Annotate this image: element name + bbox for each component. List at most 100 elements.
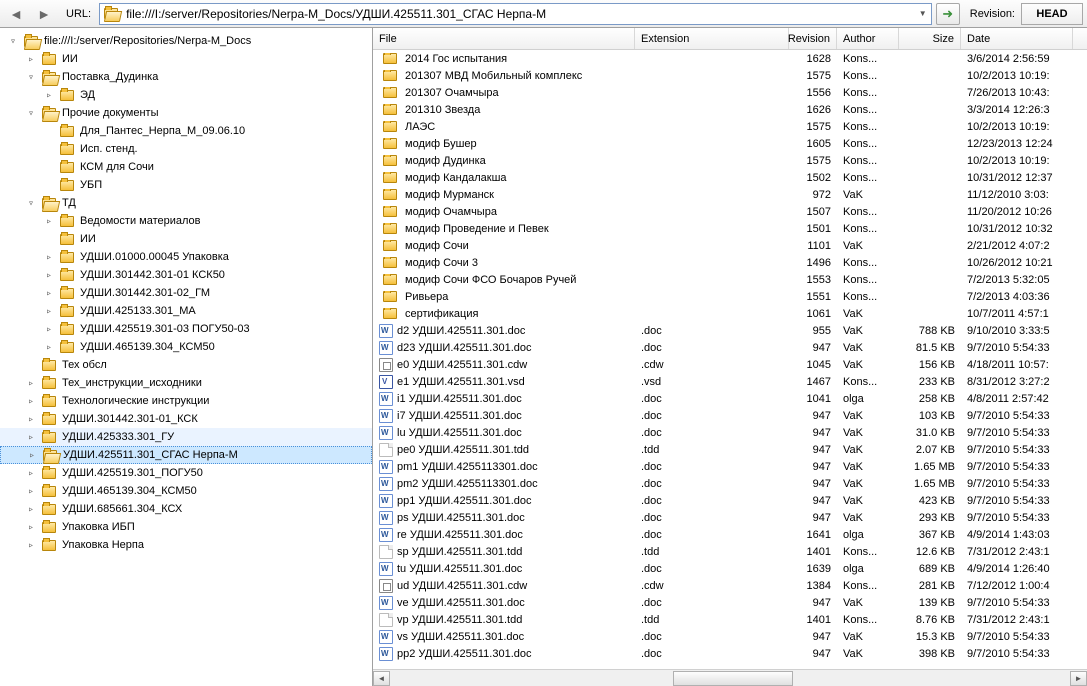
file-row[interactable]: модиф Проведение и Певек1501Kons...10/31… (373, 220, 1087, 237)
expand-icon[interactable]: ▹ (24, 522, 38, 533)
tree-item[interactable]: ▿Прочие документы (0, 104, 372, 122)
file-row[interactable]: 2014 Гос испытания1628Kons...3/6/2014 2:… (373, 50, 1087, 67)
file-row[interactable]: pp1 УДШИ.425511.301.doc.doc947VaK423 KB9… (373, 492, 1087, 509)
file-row[interactable]: ve УДШИ.425511.301.doc.doc947VaK139 KB9/… (373, 594, 1087, 611)
tree-item[interactable]: ▹УДШИ.425519.301-03 ПОГУ50-03 (0, 320, 372, 338)
file-row[interactable]: модиф Дудинка1575Kons...10/2/2013 10:19: (373, 152, 1087, 169)
expand-icon[interactable]: ▹ (25, 450, 39, 461)
tree-item[interactable]: ▿ТД (0, 194, 372, 212)
forward-button[interactable]: ► (32, 3, 56, 25)
file-row[interactable]: d2 УДШИ.425511.301.doc.doc955VaK788 KB9/… (373, 322, 1087, 339)
tree-item[interactable]: ▹УДШИ.425333.301_ГУ (0, 428, 372, 446)
file-row[interactable]: ЛАЭС1575Kons...10/2/2013 10:19: (373, 118, 1087, 135)
tree-item[interactable]: ▹УДШИ.301442.301-02_ГМ (0, 284, 372, 302)
file-row[interactable]: модиф Кандалакша1502Kons...10/31/2012 12… (373, 169, 1087, 186)
tree-item[interactable]: Для_Пантес_Нерпа_М_09.06.10 (0, 122, 372, 140)
file-row[interactable]: pe0 УДШИ.425511.301.tdd.tdd947VaK2.07 KB… (373, 441, 1087, 458)
file-row[interactable]: i7 УДШИ.425511.301.doc.doc947VaK103 KB9/… (373, 407, 1087, 424)
expand-icon[interactable]: ▹ (42, 90, 56, 101)
tree-item[interactable]: ▹ЭД (0, 86, 372, 104)
file-row[interactable]: модиф Бушер1605Kons...12/23/2013 12:24 (373, 135, 1087, 152)
file-row[interactable]: e1 УДШИ.425511.301.vsd.vsd1467Kons...233… (373, 373, 1087, 390)
tree-item[interactable]: ▹Упаковка ИБП (0, 518, 372, 536)
expand-icon[interactable]: ▹ (24, 486, 38, 497)
tree-item[interactable]: ▿file:///I:/server/Repositories/Nerpa-M_… (0, 32, 372, 50)
expand-icon[interactable]: ▹ (42, 288, 56, 299)
url-dropdown-icon[interactable]: ▼ (915, 9, 931, 18)
tree-item[interactable]: ▹Тех_инструкции_исходники (0, 374, 372, 392)
expand-icon[interactable]: ▹ (42, 342, 56, 353)
horizontal-scrollbar[interactable]: ◄ ► (373, 669, 1087, 686)
file-rows[interactable]: 2014 Гос испытания1628Kons...3/6/2014 2:… (373, 50, 1087, 669)
tree-item[interactable]: ИИ (0, 230, 372, 248)
tree-item[interactable]: ▹УДШИ.425511.301_СГАС Нерпа-М (0, 446, 372, 464)
tree-item[interactable]: ▹Упаковка Нерпа (0, 536, 372, 554)
tree-item[interactable]: УБП (0, 176, 372, 194)
back-button[interactable]: ◄ (4, 3, 28, 25)
file-row[interactable]: модиф Сочи 31496Kons...10/26/2012 10:21 (373, 254, 1087, 271)
expand-icon[interactable]: ▹ (24, 504, 38, 515)
tree-item[interactable]: ▹Технологические инструкции (0, 392, 372, 410)
expand-icon[interactable]: ▹ (24, 414, 38, 425)
file-row[interactable]: сертификация1061VaK10/7/2011 4:57:1 (373, 305, 1087, 322)
tree-item[interactable]: ▹Ведомости материалов (0, 212, 372, 230)
expand-icon[interactable]: ▹ (42, 306, 56, 317)
header-extension[interactable]: Extension (635, 28, 789, 49)
header-revision[interactable]: Revision (789, 28, 837, 49)
tree-item[interactable]: КСМ для Сочи (0, 158, 372, 176)
tree-item[interactable]: ▹ИИ (0, 50, 372, 68)
file-row[interactable]: re УДШИ.425511.301.doc.doc1641olga367 KB… (373, 526, 1087, 543)
tree-item[interactable]: ▹УДШИ.465139.304_КСМ50 (0, 482, 372, 500)
file-row[interactable]: sp УДШИ.425511.301.tdd.tdd1401Kons...12.… (373, 543, 1087, 560)
header-size[interactable]: Size (899, 28, 961, 49)
tree-item[interactable]: Тех обсл (0, 356, 372, 374)
tree-item[interactable]: Исп. стенд. (0, 140, 372, 158)
scroll-left-button[interactable]: ◄ (373, 671, 390, 686)
tree-item[interactable]: ▹УДШИ.685661.304_КСХ (0, 500, 372, 518)
expand-icon[interactable]: ▹ (24, 396, 38, 407)
tree-item[interactable]: ▹УДШИ.465139.304_КСМ50 (0, 338, 372, 356)
file-row[interactable]: 201307 МВД Мобильный комплекс1575Kons...… (373, 67, 1087, 84)
file-row[interactable]: 201307 Очамчыра1556Kons...7/26/2013 10:4… (373, 84, 1087, 101)
file-row[interactable]: pm2 УДШИ.4255113301.doc.doc947VaK1.65 MB… (373, 475, 1087, 492)
file-row[interactable]: vp УДШИ.425511.301.tdd.tdd1401Kons...8.7… (373, 611, 1087, 628)
go-button[interactable]: ➜ (936, 3, 960, 25)
tree-item[interactable]: ▹УДШИ.301442.301-01_КСК (0, 410, 372, 428)
expand-icon[interactable]: ▿ (24, 198, 38, 209)
file-row[interactable]: модиф Очамчыра1507Kons...11/20/2012 10:2… (373, 203, 1087, 220)
expand-icon[interactable]: ▿ (24, 108, 38, 119)
file-row[interactable]: tu УДШИ.425511.301.doc.doc1639olga689 KB… (373, 560, 1087, 577)
file-row[interactable]: ps УДШИ.425511.301.doc.doc947VaK293 KB9/… (373, 509, 1087, 526)
expand-icon[interactable]: ▹ (24, 468, 38, 479)
file-row[interactable]: модиф Сочи ФСО Бочаров Ручей1553Kons...7… (373, 271, 1087, 288)
header-file[interactable]: File (373, 28, 635, 49)
file-row[interactable]: модиф Сочи1101VaK2/21/2012 4:07:2 (373, 237, 1087, 254)
file-row[interactable]: pm1 УДШИ.4255113301.doc.doc947VaK1.65 MB… (373, 458, 1087, 475)
file-row[interactable]: i1 УДШИ.425511.301.doc.doc1041olga258 KB… (373, 390, 1087, 407)
expand-icon[interactable]: ▿ (6, 36, 20, 47)
header-author[interactable]: Author (837, 28, 899, 49)
expand-icon[interactable]: ▹ (24, 540, 38, 551)
header-date[interactable]: Date (961, 28, 1073, 49)
scroll-thumb[interactable] (673, 671, 793, 686)
file-row[interactable]: vs УДШИ.425511.301.doc.doc947VaK15.3 KB9… (373, 628, 1087, 645)
file-row[interactable]: модиф Мурманск972VaK11/12/2010 3:03: (373, 186, 1087, 203)
tree-item[interactable]: ▿Поставка_Дудинка (0, 68, 372, 86)
url-input[interactable] (122, 4, 915, 24)
tree-item[interactable]: ▹УДШИ.01000.00045 Упаковка (0, 248, 372, 266)
expand-icon[interactable]: ▹ (24, 54, 38, 65)
tree-item[interactable]: ▹УДШИ.425519.301_ПОГУ50 (0, 464, 372, 482)
expand-icon[interactable]: ▹ (42, 216, 56, 227)
file-row[interactable]: d23 УДШИ.425511.301.doc.doc947VaK81.5 KB… (373, 339, 1087, 356)
file-row[interactable]: 201310 Звезда1626Kons...3/3/2014 12:26:3 (373, 101, 1087, 118)
file-row[interactable]: pp2 УДШИ.425511.301.doc.doc947VaK398 KB9… (373, 645, 1087, 662)
file-row[interactable]: ud УДШИ.425511.301.cdw.cdw1384Kons...281… (373, 577, 1087, 594)
repo-tree[interactable]: ▿file:///I:/server/Repositories/Nerpa-M_… (0, 28, 373, 686)
file-row[interactable]: e0 УДШИ.425511.301.cdw.cdw1045VaK156 KB4… (373, 356, 1087, 373)
expand-icon[interactable]: ▹ (24, 378, 38, 389)
file-row[interactable]: Ривьера1551Kons...7/2/2013 4:03:36 (373, 288, 1087, 305)
tree-item[interactable]: ▹УДШИ.301442.301-01 КСК50 (0, 266, 372, 284)
expand-icon[interactable]: ▹ (24, 432, 38, 443)
expand-icon[interactable]: ▹ (42, 270, 56, 281)
revision-selector[interactable]: HEAD (1021, 3, 1083, 25)
